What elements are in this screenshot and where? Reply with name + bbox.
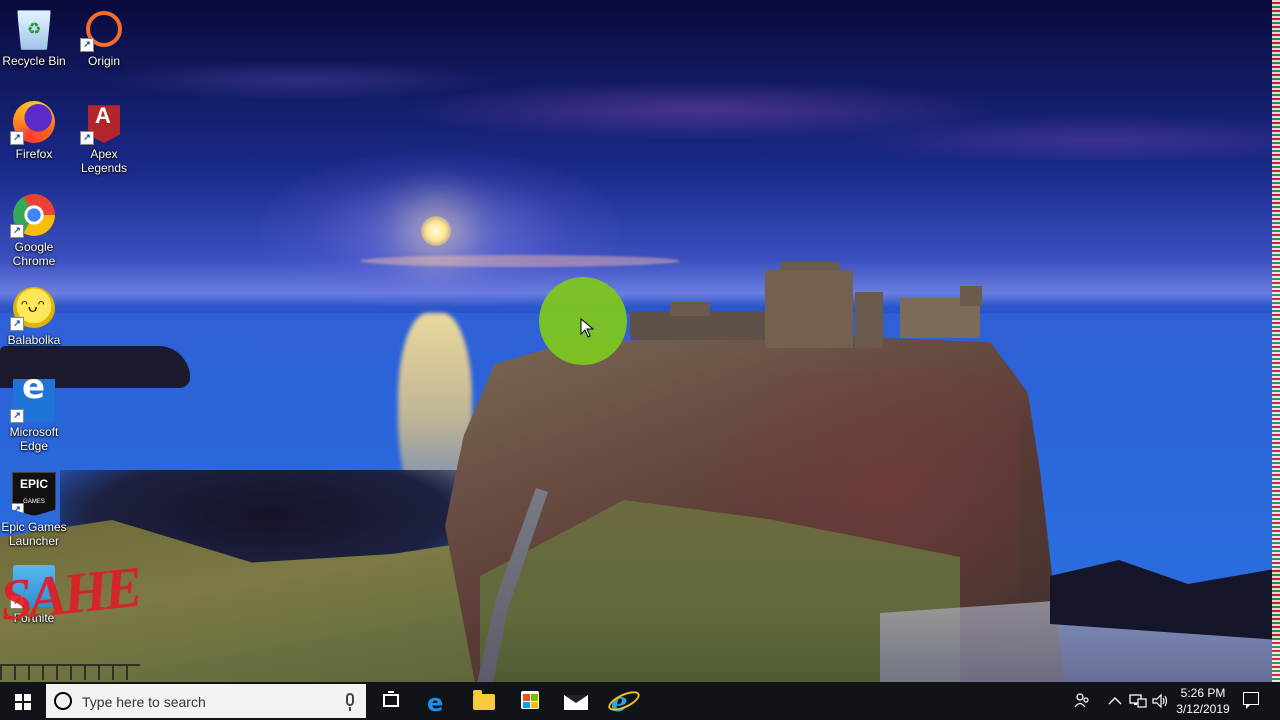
clock-time: 5:26 PM	[1180, 686, 1226, 700]
desktop-icon-label: Recycle Bin	[2, 54, 66, 68]
start-button[interactable]	[0, 682, 46, 720]
search-box[interactable]: Type here to search	[46, 684, 366, 718]
taskbar-file-explorer-button[interactable]	[461, 682, 507, 720]
desktop-icon-epic-games-launcher[interactable]: EPIC GAMES ↗ Epic Games Launcher	[0, 466, 71, 548]
microphone-icon[interactable]	[346, 693, 354, 706]
screen-edge-artifact	[1272, 0, 1280, 682]
castle-wall	[630, 312, 770, 340]
chevron-up-icon	[1108, 697, 1122, 705]
taskbar-internet-explorer-button[interactable]: e	[599, 682, 645, 720]
desktop[interactable]: ♻ Recycle Bin ↗ Origin ↗ Firefox A ↗ Apex…	[0, 0, 1280, 682]
desktop-icon-origin[interactable]: ↗ Origin	[67, 2, 141, 68]
firefox-icon: ↗	[10, 101, 55, 145]
balabolka-icon: ᵔᴗᵔ ↗	[10, 287, 55, 331]
desktop-icon-apex-legends[interactable]: A ↗ Apex Legends	[67, 95, 141, 175]
shortcut-arrow-icon: ↗	[12, 503, 24, 516]
taskbar-mail-button[interactable]	[553, 682, 599, 720]
taskbar-store-button[interactable]	[507, 682, 553, 720]
shortcut-arrow-icon: ↗	[80, 131, 94, 145]
desktop-icon-google-chrome[interactable]: ↗ Google Chrome	[0, 188, 71, 268]
castle-wall-segment	[670, 302, 710, 316]
taskbar-edge-button[interactable]: e	[415, 682, 461, 720]
chrome-icon: ↗	[10, 194, 55, 238]
shortcut-arrow-icon: ↗	[10, 131, 24, 145]
mouse-cursor-icon	[580, 318, 594, 338]
network-icon	[1129, 694, 1147, 708]
desktop-icon-label: Microsoft Edge	[9, 425, 59, 453]
desktop-icon-recycle-bin[interactable]: ♻ Recycle Bin	[0, 2, 71, 68]
shortcut-arrow-icon: ↗	[80, 38, 94, 52]
desktop-icon-label: Origin	[87, 54, 120, 68]
castle-keep	[765, 270, 853, 348]
wallpaper-clouds	[0, 40, 1280, 160]
taskbar: Type here to search e e 5:26 PM 3/12/201…	[0, 682, 1280, 720]
edge-icon: e	[427, 689, 444, 717]
show-hidden-icons-button[interactable]	[1106, 682, 1124, 720]
action-center-icon[interactable]	[1243, 692, 1259, 709]
shortcut-arrow-icon: ↗	[10, 224, 24, 238]
wallpaper-castle	[630, 262, 990, 352]
desktop-icon-balabolka[interactable]: ᵔᴗᵔ ↗ Balabolka	[0, 281, 71, 347]
mail-icon	[564, 695, 588, 710]
folder-icon	[473, 690, 495, 710]
wallpaper-moon	[421, 216, 451, 246]
castle-tower	[855, 292, 883, 348]
shortcut-arrow-icon: ↗	[10, 317, 24, 331]
task-view-button[interactable]	[368, 682, 414, 720]
windows-logo-icon	[15, 694, 31, 710]
epic-games-icon: EPIC GAMES ↗	[12, 472, 56, 516]
desktop-icon-firefox[interactable]: ↗ Firefox	[0, 95, 71, 161]
desktop-icon-label: Balabolka	[7, 333, 61, 347]
desktop-icon-microsoft-edge[interactable]: e ↗ Microsoft Edge	[0, 370, 71, 453]
people-button[interactable]	[1072, 682, 1092, 720]
apex-legends-icon: A ↗	[80, 101, 125, 145]
store-icon	[521, 691, 539, 709]
desktop-icon-label: Epic Games Launcher	[1, 520, 67, 548]
desktop-icon-label: Apex Legends	[80, 147, 128, 175]
microphone-stand	[349, 707, 351, 711]
shortcut-arrow-icon: ↗	[10, 409, 24, 423]
network-button[interactable]	[1128, 682, 1148, 720]
clock-date: 3/12/2019	[1176, 702, 1230, 716]
search-input[interactable]: Type here to search	[82, 694, 206, 710]
origin-icon: ↗	[80, 8, 125, 52]
cortana-icon	[54, 692, 72, 710]
castle-ruin-gable	[960, 286, 982, 306]
wallpaper-fence	[0, 664, 140, 680]
desktop-icon-label: Firefox	[15, 147, 53, 161]
edge-icon: e ↗	[10, 370, 55, 423]
taskbar-clock[interactable]: 5:26 PM 3/12/2019	[1168, 685, 1238, 717]
desktop-icon-label: Google Chrome	[12, 240, 56, 268]
recycle-bin-icon: ♻	[17, 10, 51, 50]
people-icon	[1074, 693, 1089, 708]
task-view-icon	[383, 691, 399, 707]
